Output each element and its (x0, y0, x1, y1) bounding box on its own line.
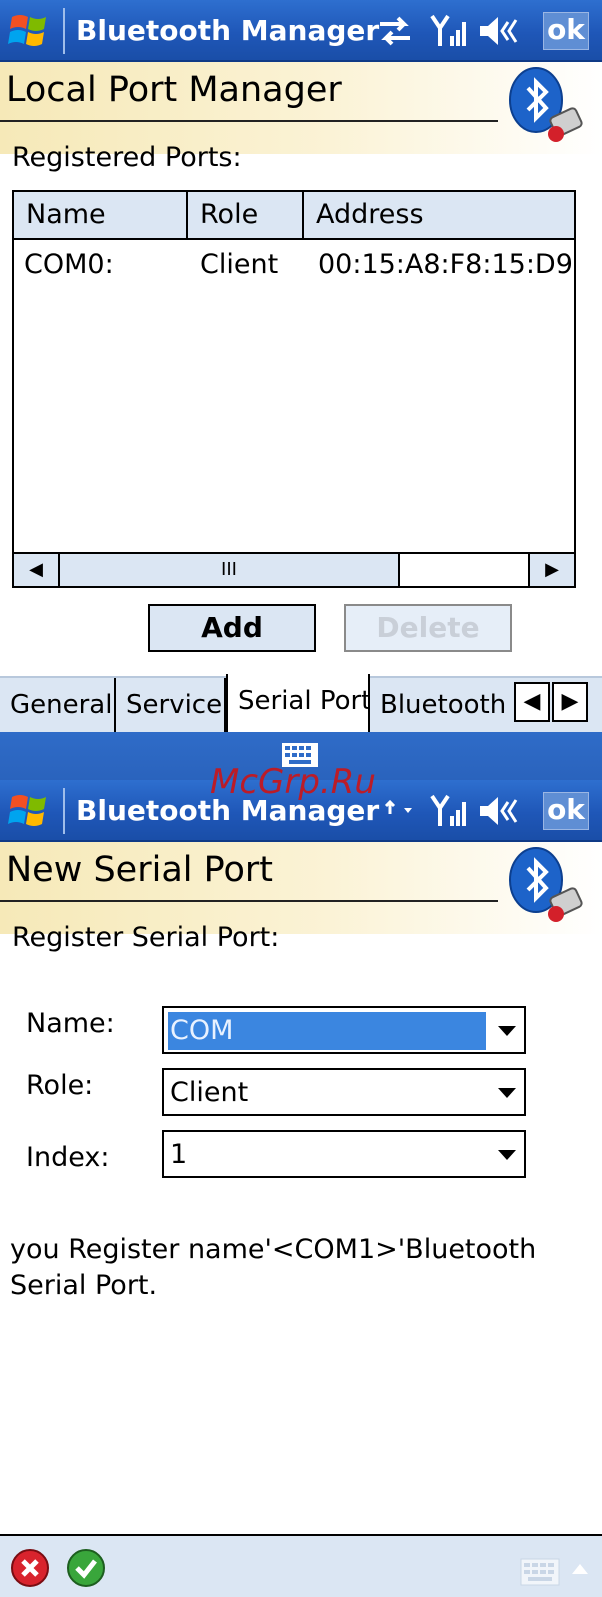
registered-ports-label: Registered Ports: (12, 142, 242, 173)
name-combobox[interactable]: COM (162, 1006, 526, 1054)
page-title: New Serial Port (6, 850, 274, 890)
tab-bar: General Service Serial Port Bluetooth H … (0, 674, 602, 734)
title-separator (63, 8, 65, 54)
column-name[interactable]: Name (14, 192, 188, 238)
chevron-down-icon[interactable] (498, 1150, 516, 1160)
connectivity-icon[interactable] (376, 14, 414, 48)
horizontal-scrollbar[interactable]: ◀ III ▶ (14, 552, 574, 586)
windows-start-icon[interactable] (8, 791, 54, 831)
cell-address: 00:15:A8:F8:15:D9 (318, 249, 573, 280)
role-combobox[interactable]: Client (162, 1068, 526, 1116)
title-separator (63, 788, 65, 834)
tab-bluetooth-hid[interactable]: Bluetooth H (370, 678, 520, 732)
bottom-menu-bar (0, 1534, 602, 1597)
list-header: Name Role Address (14, 192, 574, 240)
signal-strength-icon[interactable] (430, 14, 468, 48)
register-serial-port-label: Register Serial Port: (12, 922, 280, 953)
signal-strength-icon[interactable] (430, 794, 468, 828)
add-button[interactable]: Add (148, 604, 316, 652)
registration-description: you Register name'<COM1>'Bluetooth Seria… (10, 1234, 537, 1301)
scroll-right-icon[interactable]: ▶ (528, 554, 574, 586)
column-role[interactable]: Role (188, 192, 304, 238)
ok-button[interactable]: ok (543, 792, 589, 830)
table-row[interactable]: COM0: Client 00:15:A8:F8:15:D9 (14, 242, 574, 288)
local-port-manager-screen: Bluetooth Manager ok Local Port Manager … (0, 0, 602, 780)
app-title: Bluetooth Manager (76, 14, 380, 47)
header-divider (0, 120, 498, 122)
volume-icon[interactable] (478, 14, 522, 48)
cell-name: COM0: (24, 249, 114, 280)
ports-list[interactable]: Name Role Address COM0: Client 00:15:A8:… (12, 190, 576, 588)
name-label: Name: (26, 1008, 115, 1039)
header-divider (0, 900, 498, 902)
data-activity-icon[interactable] (382, 794, 416, 828)
index-combobox[interactable]: 1 (162, 1130, 526, 1178)
scroll-left-icon[interactable]: ◀ (14, 554, 60, 586)
tab-service[interactable]: Service (116, 678, 226, 732)
title-bar: Bluetooth Manager ok (0, 0, 602, 62)
confirm-icon[interactable] (66, 1548, 106, 1588)
tab-serial-port[interactable]: Serial Port (226, 674, 370, 734)
role-label: Role: (26, 1070, 94, 1101)
cancel-icon[interactable] (10, 1548, 50, 1588)
watermark: McGrp.Ru (210, 762, 376, 802)
bluetooth-serial-icon (509, 67, 583, 142)
ok-button[interactable]: ok (543, 12, 589, 50)
page-header: Local Port Manager (0, 62, 602, 154)
tab-scroll-right-icon[interactable]: ▶ (552, 682, 588, 722)
index-label: Index: (26, 1142, 110, 1173)
page-header: New Serial Port (0, 842, 602, 934)
cell-role: Client (200, 249, 279, 280)
chevron-down-icon[interactable] (498, 1088, 516, 1098)
index-value: 1 (170, 1139, 188, 1170)
name-value: COM (168, 1012, 486, 1050)
input-panel-toggle-icon[interactable] (572, 1564, 588, 1574)
page-title: Local Port Manager (6, 70, 342, 110)
tab-general[interactable]: General (0, 678, 116, 732)
new-serial-port-screen: Bluetooth Manager ok New Serial Port Reg… (0, 780, 602, 1597)
role-value: Client (170, 1077, 249, 1108)
bluetooth-serial-icon (509, 847, 583, 922)
tab-scroll-left-icon[interactable]: ◀ (514, 682, 550, 722)
keyboard-icon[interactable] (520, 1558, 560, 1586)
volume-icon[interactable] (478, 794, 522, 828)
delete-button[interactable]: Delete (344, 604, 512, 652)
scroll-thumb[interactable]: III (60, 554, 400, 586)
windows-start-icon[interactable] (8, 11, 54, 51)
column-address[interactable]: Address (304, 192, 574, 238)
chevron-down-icon[interactable] (498, 1026, 516, 1036)
